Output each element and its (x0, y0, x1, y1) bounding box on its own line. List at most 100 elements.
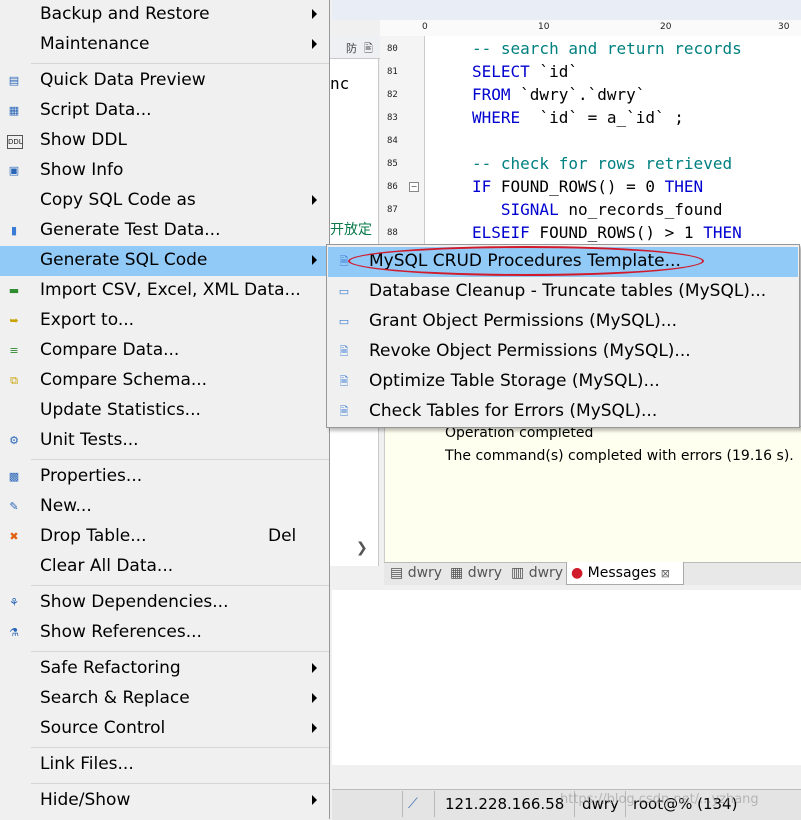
menu-item-maintenance[interactable]: Maintenance (0, 30, 329, 60)
menu-item-source-control[interactable]: Source Control (0, 714, 329, 744)
menu-item-label: Hide/Show (40, 790, 131, 810)
menu-item-label: Quick Data Preview (40, 70, 206, 90)
submenu-item-label: Check Tables for Errors (MySQL)... (369, 401, 658, 421)
properties-icon: ▩ (8, 470, 20, 483)
ruler-mark: 0 (422, 22, 428, 32)
menu-item-drop-table[interactable]: ✖ Drop Table... Del (0, 522, 329, 552)
shortcut-label: Del (268, 526, 297, 546)
menu-item-show-ddl[interactable]: DDL Show DDL (0, 126, 329, 156)
code-line: IF FOUND_ROWS() = 0 THEN (472, 177, 703, 196)
submenu-item-database-cleanup[interactable]: ▭ Database Cleanup - Truncate tables (MyS… (328, 277, 798, 307)
code-line: FROM `dwry`.`dwry` (472, 85, 645, 104)
message-line: The command(s) completed with errors (19… (445, 448, 794, 464)
menu-item-safe-refactoring[interactable]: Safe Refactoring (0, 654, 329, 684)
close-icon[interactable]: ⊠ (661, 567, 670, 580)
code-text: no_records_found (558, 200, 723, 219)
result-tab-label: Messages (587, 565, 657, 581)
line-number: 82 (387, 90, 398, 100)
revoke-icon: 🗎 (339, 345, 349, 358)
menu-item-label: Update Statistics... (40, 400, 201, 420)
menu-item-compare-schema[interactable]: ⧉ Compare Schema... (0, 366, 329, 396)
result-tab-dwry[interactable]: ▦ dwry (450, 565, 502, 581)
menu-item-label: Show Dependencies... (40, 592, 229, 612)
menu-item-label: Show DDL (40, 130, 127, 150)
menu-item-show-references[interactable]: ⚗ Show References... (0, 618, 329, 648)
submenu-arrow-icon (312, 9, 317, 19)
lower-panel (332, 590, 801, 765)
code-keyword: ELSEIF (472, 223, 530, 242)
editor-ruler: 0 10 20 30 (380, 20, 801, 37)
pane-tab-icon[interactable]: 🖹 (364, 40, 373, 59)
menu-item-clear-all-data[interactable]: Clear All Data... (0, 552, 329, 582)
menu-item-show-dependencies[interactable]: ⚘ Show Dependencies... (0, 588, 329, 618)
menu-item-compare-data[interactable]: ≡ Compare Data... (0, 336, 329, 366)
code-keyword: THEN (703, 223, 742, 242)
ddl-icon: DDL (7, 135, 23, 149)
code-line: WHERE `id` = a_`id` ; (472, 108, 684, 127)
submenu-item-grant-permissions[interactable]: ▭ Grant Object Permissions (MySQL)... (328, 307, 798, 337)
line-number: 80 (387, 44, 398, 54)
line-number: 87 (387, 205, 398, 215)
menu-item-label: New... (40, 496, 92, 516)
submenu-item-optimize-storage[interactable]: 🗎 Optimize Table Storage (MySQL)... (328, 367, 798, 397)
optimize-icon: 🗎 (339, 375, 349, 388)
menu-item-export[interactable]: ➥ Export to... (0, 306, 329, 336)
menu-item-label: Source Control (40, 718, 166, 738)
menu-item-new[interactable]: ✎ New... (0, 492, 329, 522)
compare-schema-icon: ⧉ (10, 374, 18, 387)
code-keyword: SIGNAL (472, 200, 559, 219)
menu-item-quick-data-preview[interactable]: ▤ Quick Data Preview (0, 66, 329, 96)
menu-item-search-replace[interactable]: Search & Replace (0, 684, 329, 714)
menu-item-update-statistics[interactable]: Update Statistics... (0, 396, 329, 426)
export-icon: ➥ (9, 314, 19, 327)
status-host: 121.228.166.58 (445, 795, 565, 813)
menu-item-copy-sql-code[interactable]: Copy SQL Code as (0, 186, 329, 216)
code-keyword: FROM (472, 85, 511, 104)
pane-tab[interactable]: 防 (346, 40, 357, 56)
scroll-right-icon[interactable]: ❯ (356, 540, 368, 556)
result-tab-dwry[interactable]: ▤ dwry (390, 565, 442, 581)
tab-messages[interactable]: ● Messages ⊠ (571, 565, 670, 581)
menu-item-generate-sql-code[interactable]: Generate SQL Code (0, 246, 329, 276)
menu-item-script-data[interactable]: ▦ Script Data... (0, 96, 329, 126)
line-number: 86 (387, 182, 398, 192)
status-separator (434, 791, 435, 817)
code-line: -- check for rows retrieved (472, 154, 733, 173)
error-icon: ● (571, 565, 584, 581)
menu-item-label: Script Data... (40, 100, 152, 120)
dependencies-icon: ⚘ (9, 596, 19, 609)
menu-item-label: Drop Table... (40, 526, 147, 546)
grant-icon: ▭ (338, 315, 350, 328)
toolbar-strip (332, 0, 801, 20)
code-keyword: THEN (664, 177, 704, 196)
menu-item-label: Generate Test Data... (40, 220, 221, 240)
menu-item-backup-restore[interactable]: Backup and Restore (0, 0, 329, 30)
menu-separator (31, 651, 329, 652)
delete-icon: ✖ (9, 530, 19, 543)
info-icon: ▣ (8, 164, 20, 177)
submenu-arrow-icon (312, 693, 317, 703)
menu-item-hide-show[interactable]: Hide/Show (0, 786, 329, 816)
check-icon: 🗎 (339, 405, 349, 418)
menu-item-link-files[interactable]: Link Files... (0, 750, 329, 780)
menu-item-unit-tests[interactable]: ⚙ Unit Tests... (0, 426, 329, 456)
cleanup-icon: ▭ (338, 285, 350, 298)
ruler-mark: 20 (660, 22, 672, 32)
submenu-item-label: Optimize Table Storage (MySQL)... (369, 371, 660, 391)
pane-text: 开放定 (330, 222, 372, 238)
context-menu: Backup and Restore Maintenance ▤ Quick Da… (0, 0, 330, 819)
menu-item-show-info[interactable]: ▣ Show Info (0, 156, 329, 186)
submenu-item-label: Database Cleanup - Truncate tables (MySQ… (369, 281, 767, 301)
menu-item-import-data[interactable]: ▬ Import CSV, Excel, XML Data... (0, 276, 329, 306)
fold-toggle-icon[interactable]: − (409, 182, 419, 192)
code-keyword: WHERE (472, 108, 521, 127)
submenu-item-revoke-permissions[interactable]: 🗎 Revoke Object Permissions (MySQL)... (328, 337, 798, 367)
result-tab-dwry[interactable]: ▥ dwry (511, 565, 563, 581)
submenu-item-check-tables[interactable]: 🗎 Check Tables for Errors (MySQL)... (328, 397, 798, 427)
menu-item-label: Safe Refactoring (40, 658, 181, 678)
references-icon: ⚗ (9, 626, 19, 639)
menu-item-label: Compare Schema... (40, 370, 208, 390)
menu-item-properties[interactable]: ▩ Properties... (0, 462, 329, 492)
menu-item-generate-test-data[interactable]: ▮ Generate Test Data... (0, 216, 329, 246)
grid-icon: ▤ (390, 565, 408, 581)
